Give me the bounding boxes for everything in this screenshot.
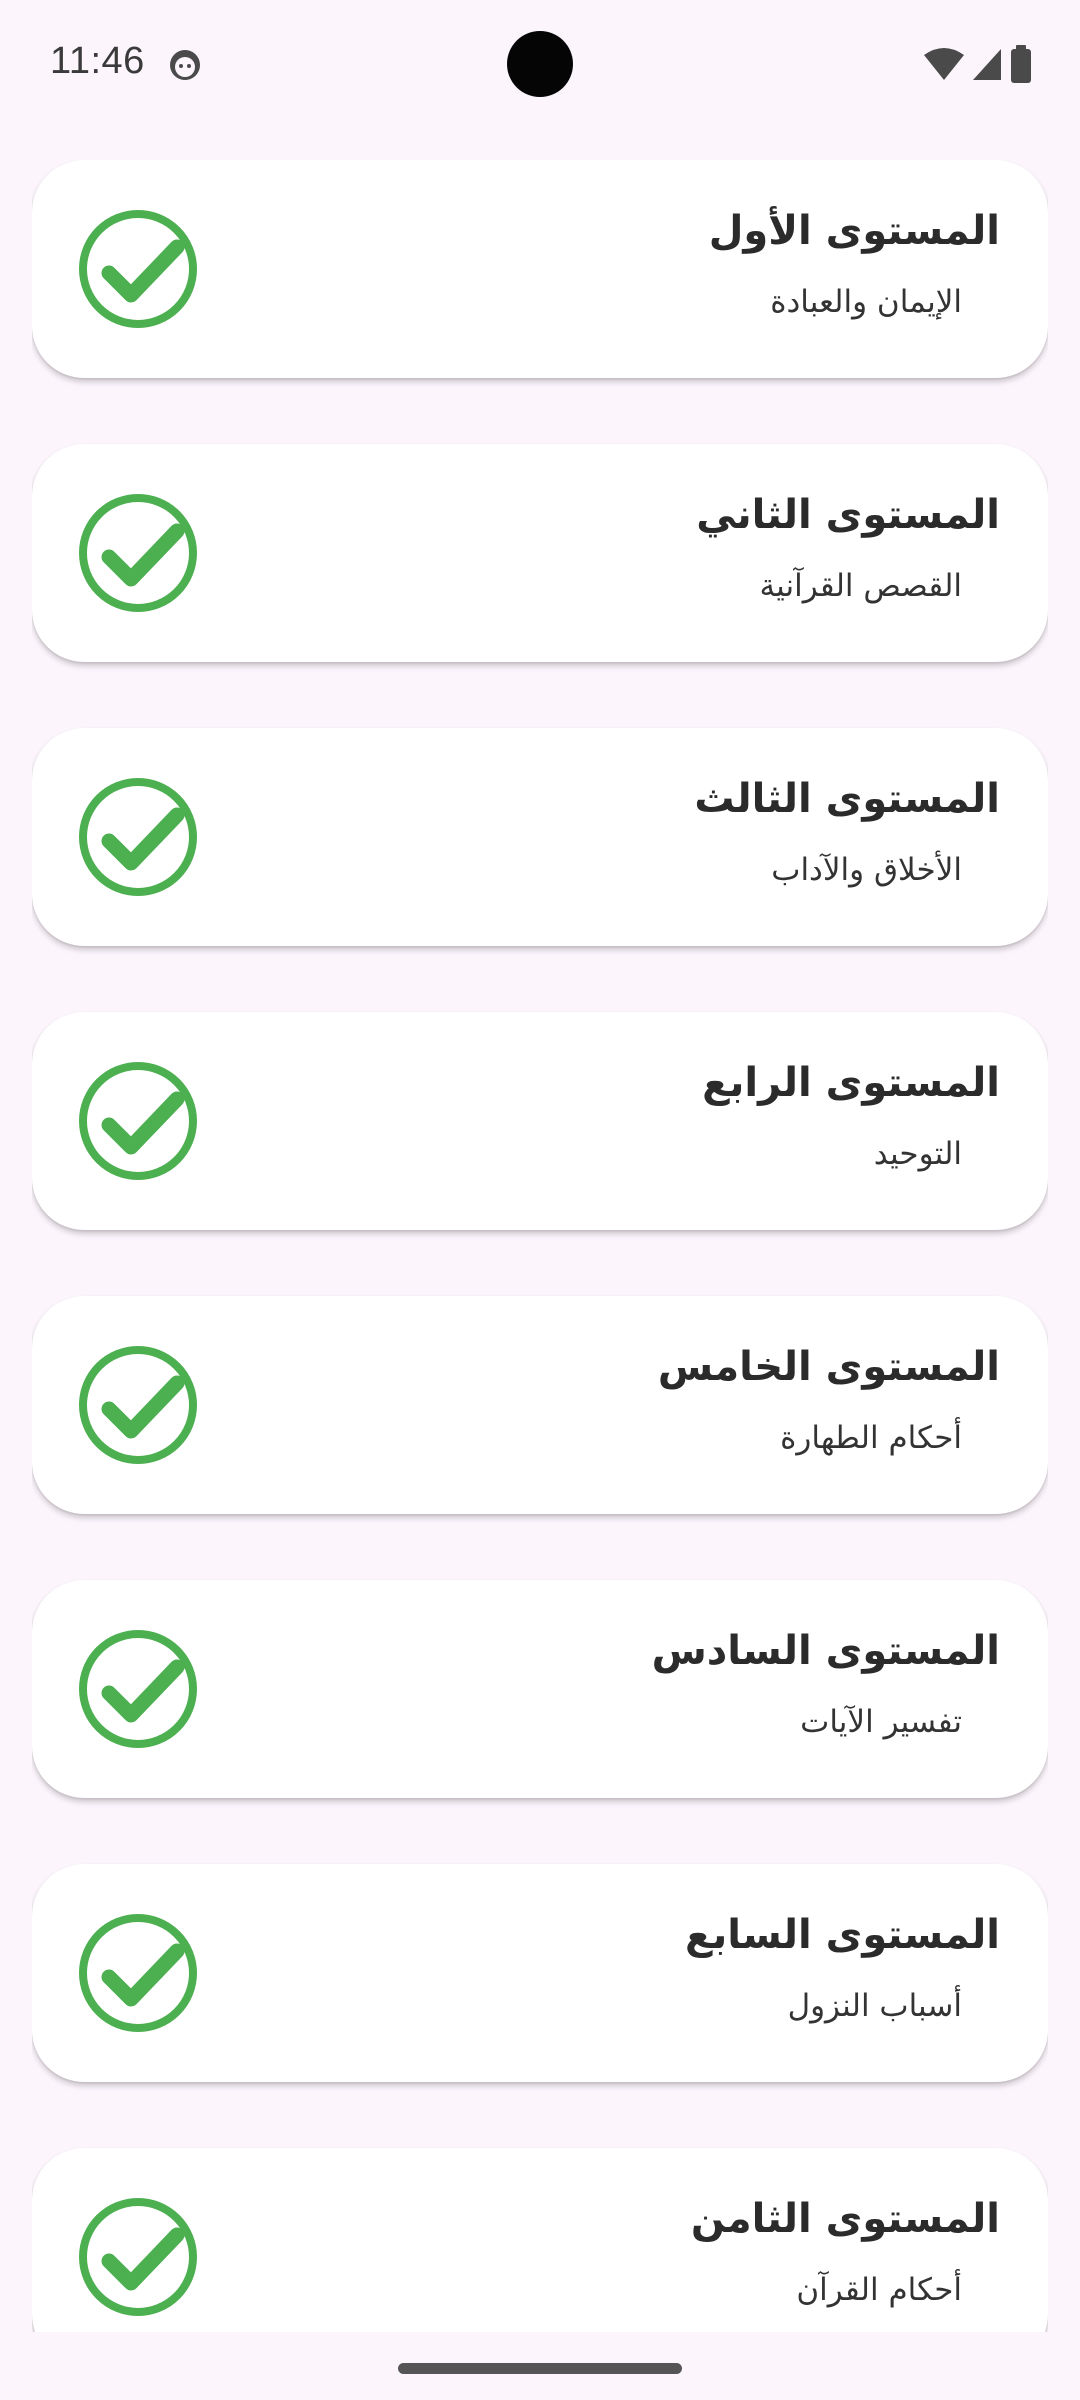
cell-signal-icon	[973, 49, 1001, 80]
level-title: المستوى الثالث	[694, 776, 1000, 822]
notification-face-icon	[170, 50, 200, 80]
status-time: 11:46	[50, 40, 145, 82]
level-title: المستوى الأول	[708, 208, 1000, 254]
check-circle-icon	[79, 494, 197, 612]
home-indicator[interactable]	[398, 2363, 682, 2374]
level-title: المستوى الثاني	[696, 492, 1000, 538]
level-title: المستوى الرابع	[702, 1060, 1000, 1106]
level-subtitle: أحكام القرآن	[796, 2272, 962, 2308]
level-card-4[interactable]: المستوى الرابع التوحيد	[32, 1012, 1048, 1230]
status-icons	[924, 44, 1032, 84]
wifi-icon	[924, 48, 964, 80]
check-circle-icon	[79, 778, 197, 896]
check-circle-icon	[79, 1914, 197, 2032]
level-subtitle: أسباب النزول	[787, 1988, 962, 2024]
level-card-5[interactable]: المستوى الخامس أحكام الطهارة	[32, 1296, 1048, 1514]
level-title: المستوى السادس	[651, 1628, 1000, 1674]
level-card-1[interactable]: المستوى الأول الإيمان والعبادة	[32, 160, 1048, 378]
check-circle-icon	[79, 210, 197, 328]
status-bar: 11:46	[0, 0, 1080, 130]
check-circle-icon	[79, 1062, 197, 1180]
level-subtitle: الأخلاق والآداب	[771, 852, 962, 888]
level-subtitle: تفسير الآيات	[800, 1704, 962, 1740]
level-subtitle: التوحيد	[873, 1136, 962, 1172]
level-subtitle: القصص القرآنية	[759, 568, 962, 604]
level-title: المستوى الخامس	[657, 1344, 1000, 1390]
level-card-7[interactable]: المستوى السابع أسباب النزول	[32, 1864, 1048, 2082]
camera-cutout	[507, 31, 573, 97]
level-card-3[interactable]: المستوى الثالث الأخلاق والآداب	[32, 728, 1048, 946]
level-card-6[interactable]: المستوى السادس تفسير الآيات	[32, 1580, 1048, 1798]
levels-list: المستوى الأول الإيمان والعبادة المستوى ا…	[32, 160, 1048, 2332]
check-circle-icon	[79, 2198, 197, 2316]
level-card-8[interactable]: المستوى الثامن أحكام القرآن	[32, 2148, 1048, 2332]
level-title: المستوى الثامن	[690, 2196, 1000, 2242]
level-subtitle: الإيمان والعبادة	[770, 284, 962, 320]
check-circle-icon	[79, 1346, 197, 1464]
level-card-2[interactable]: المستوى الثاني القصص القرآنية	[32, 444, 1048, 662]
level-subtitle: أحكام الطهارة	[780, 1420, 962, 1456]
level-title: المستوى السابع	[684, 1912, 1000, 1958]
check-circle-icon	[79, 1630, 197, 1748]
battery-icon	[1011, 45, 1031, 83]
